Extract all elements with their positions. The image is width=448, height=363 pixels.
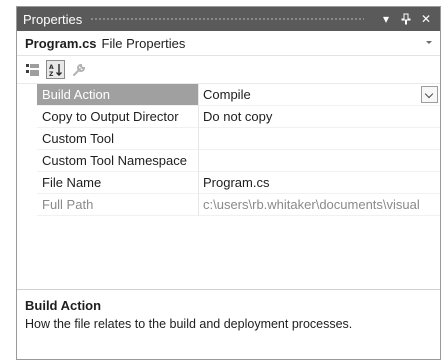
- property-name: Custom Tool Namespace: [37, 150, 199, 172]
- svg-text:A: A: [49, 64, 54, 71]
- description-title: Build Action: [25, 298, 102, 313]
- description-text: How the file relates to the build and de…: [25, 317, 353, 331]
- object-selector[interactable]: Program.cs File Properties: [17, 31, 440, 56]
- description-panel: Build Action How the file relates to the…: [17, 289, 440, 359]
- property-value[interactable]: Do not copy: [199, 106, 440, 128]
- row-gutter: [17, 194, 37, 216]
- property-name: Build Action: [37, 84, 199, 106]
- property-row-full-path[interactable]: Full Path c:\users\rb.whitaker\documents…: [17, 194, 440, 216]
- wrench-icon: [72, 63, 85, 76]
- property-value[interactable]: [199, 150, 440, 172]
- pin-icon-svg: [401, 13, 411, 25]
- property-pages-button[interactable]: [69, 60, 88, 79]
- window-menu-dropdown-icon[interactable]: ▾: [378, 10, 394, 28]
- property-row-build-action[interactable]: Build Action Compile: [17, 84, 440, 106]
- alphabetical-icon: A Z: [49, 63, 62, 77]
- property-name: Copy to Output Director: [37, 106, 199, 128]
- row-gutter: [17, 106, 37, 128]
- alphabetical-button[interactable]: A Z: [46, 60, 65, 79]
- property-value[interactable]: Program.cs: [199, 172, 440, 194]
- properties-titlebar[interactable]: Properties ▾ ✕: [17, 7, 440, 31]
- titlebar-grip: [90, 16, 364, 22]
- object-type: File Properties: [101, 35, 186, 51]
- property-value[interactable]: [199, 128, 440, 150]
- properties-window: Properties ▾ ✕ Program.cs File Propertie…: [16, 6, 441, 360]
- property-name: Custom Tool: [37, 128, 199, 150]
- svg-text:Z: Z: [49, 71, 54, 77]
- property-value[interactable]: Compile: [199, 84, 440, 106]
- categorized-button[interactable]: [23, 60, 42, 79]
- categorized-icon: [25, 63, 39, 75]
- property-row-custom-tool-namespace[interactable]: Custom Tool Namespace: [17, 150, 440, 172]
- pin-icon[interactable]: [398, 10, 414, 28]
- row-gutter: [17, 150, 37, 172]
- property-row-file-name[interactable]: File Name Program.cs: [17, 172, 440, 194]
- property-name: Full Path: [37, 194, 199, 216]
- property-name: File Name: [37, 172, 199, 194]
- property-row-custom-tool[interactable]: Custom Tool: [17, 128, 440, 150]
- close-icon[interactable]: ✕: [418, 10, 434, 28]
- chevron-down-icon[interactable]: [421, 86, 438, 103]
- chevron-down-icon[interactable]: [424, 38, 434, 48]
- property-grid: Build Action Compile Copy to Output Dire…: [17, 83, 440, 216]
- properties-toolbar: A Z: [17, 56, 440, 83]
- property-row-copy-to-output[interactable]: Copy to Output Director Do not copy: [17, 106, 440, 128]
- property-value-text: Compile: [203, 87, 251, 102]
- row-gutter: [17, 172, 37, 194]
- row-gutter: [17, 128, 37, 150]
- window-title: Properties: [23, 11, 83, 27]
- object-name: Program.cs: [25, 35, 97, 51]
- property-value: c:\users\rb.whitaker\documents\visual: [199, 194, 440, 216]
- row-gutter: [17, 84, 37, 106]
